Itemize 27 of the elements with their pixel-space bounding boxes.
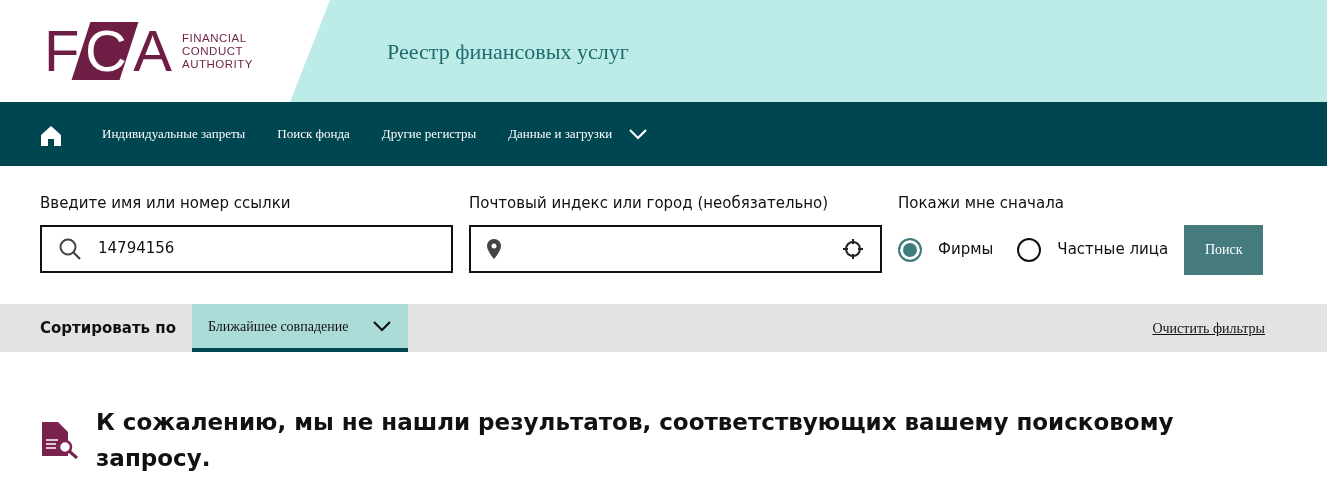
location-field[interactable] <box>469 224 882 273</box>
no-results-message: К сожалению, мы не нашли результатов, соответствующих вашему поисковому запросу. <box>96 408 1175 473</box>
target-icon[interactable] <box>842 237 864 260</box>
field-label: Введите имя или номер ссылки <box>40 193 292 214</box>
logo-text: FINANCIAL CONDUCT AUTHORITY <box>182 31 253 71</box>
nav-dropdown[interactable]: Данные и загрузки <box>508 124 649 144</box>
field-label: Почтовый индекс или город (необязательно) <box>469 193 830 214</box>
sort-dropdown[interactable]: Ближайшее совпадение <box>192 304 409 352</box>
chevron-icon <box>628 128 649 140</box>
clear-filters-link[interactable]: Очистить фильтры <box>1152 317 1265 339</box>
search-button[interactable]: Поиск <box>1184 224 1264 275</box>
home-icon[interactable] <box>40 123 62 145</box>
page-title: Реестр финансовых услуг <box>387 37 629 66</box>
nav-link[interactable]: Поиск фонда <box>277 124 350 144</box>
chevron-icon <box>372 320 393 332</box>
search-field[interactable]: 14794156 <box>40 224 453 273</box>
nav-link[interactable]: Индивидуальные запреты <box>102 124 246 144</box>
document-search-icon <box>40 420 80 460</box>
radio-button[interactable] <box>1017 237 1042 262</box>
radio-label[interactable]: Фирмы <box>938 238 994 261</box>
radio-label[interactable]: Частные лица <box>1057 238 1169 261</box>
search-icon <box>58 236 82 261</box>
radio-button[interactable] <box>898 237 922 262</box>
map-pin-icon <box>487 238 501 259</box>
field-label: Покажи мне сначала <box>898 193 1065 214</box>
nav-link[interactable]: Другие регистры <box>381 124 477 144</box>
sort-label: Сортировать по <box>40 317 176 339</box>
